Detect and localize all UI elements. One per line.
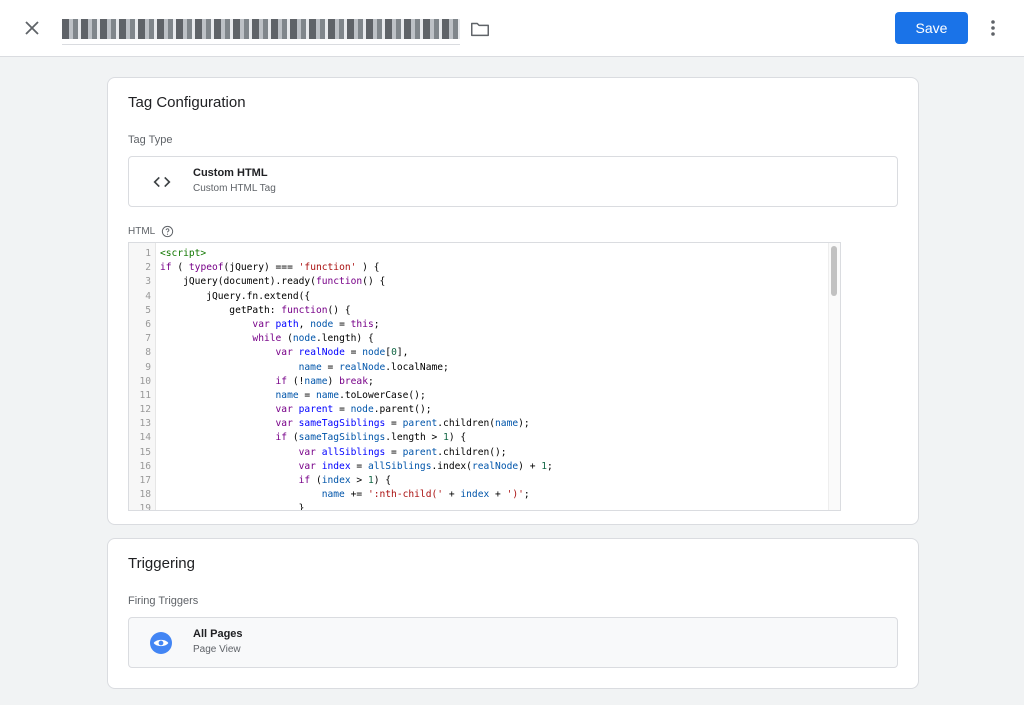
more-options-button[interactable] xyxy=(981,16,1005,40)
line-number: 8 xyxy=(145,347,151,359)
folder-icon xyxy=(471,22,489,37)
code-line: 12 var parent = node.parent(); xyxy=(129,403,829,417)
code-line: 10 if (!name) break; xyxy=(129,375,829,389)
top-bar: ████ ██████ ██████ ████ Save xyxy=(0,0,1024,57)
code-line: 11 name = name.toLowerCase(); xyxy=(129,389,829,403)
help-icon[interactable] xyxy=(161,225,174,238)
line-number: 17 xyxy=(139,475,151,486)
html-label: HTML xyxy=(128,226,156,237)
line-number: 1 xyxy=(145,248,151,259)
tag-type-selector[interactable]: Custom HTML Custom HTML Tag xyxy=(128,156,898,207)
line-number: 7 xyxy=(145,333,151,345)
code-line: 5 getPath: function() { xyxy=(129,304,829,318)
code-line: 16 var index = allSiblings.index(realNod… xyxy=(129,460,829,474)
code-text: var realNode = node[0], xyxy=(275,347,409,359)
code-text: <script> xyxy=(160,248,207,259)
code-text: getPath: function() { xyxy=(160,304,351,316)
trigger-item-all-pages[interactable]: All Pages Page View xyxy=(128,617,898,668)
line-number: 11 xyxy=(139,389,151,401)
html-code-editor[interactable]: 1 <script> 2 if ( typeof(jQuery) === 'funct… xyxy=(128,242,841,511)
editor-scroll-thumb[interactable] xyxy=(831,246,837,296)
code-text: name = name.toLowerCase(); xyxy=(275,389,426,401)
folder-button[interactable] xyxy=(469,18,491,40)
code-text: if (index > 1) { xyxy=(298,475,392,486)
code-line: 9 name = realNode.localName; xyxy=(129,361,829,375)
code-text: jQuery(document).ready(function() { xyxy=(160,276,386,288)
eye-icon xyxy=(153,639,169,647)
line-number: 14 xyxy=(139,432,151,444)
line-number: 13 xyxy=(139,418,151,430)
line-number: 18 xyxy=(139,489,151,501)
line-number: 12 xyxy=(139,404,151,416)
line-number: 3 xyxy=(145,276,151,288)
line-number: 15 xyxy=(139,446,151,458)
code-line: 3 jQuery(document).ready(function() { xyxy=(129,275,829,289)
close-icon xyxy=(25,21,39,35)
code-line: 15 var allSiblings = parent.children(); xyxy=(129,446,829,460)
code-text: var index = allSiblings.index(realNode) … xyxy=(298,460,553,472)
code-line: 1 <script> xyxy=(129,247,829,261)
trigger-name: All Pages xyxy=(193,628,243,640)
code-line: 19 } xyxy=(129,502,829,511)
code-line: 18 name += ':nth-child(' + index + ')'; xyxy=(129,488,829,502)
code-text: var parent = node.parent(); xyxy=(275,404,432,416)
tag-type-name: Custom HTML xyxy=(193,167,268,179)
code-text: jQuery.fn.extend({ xyxy=(160,290,311,302)
editor-scrollbar[interactable] xyxy=(828,243,840,510)
code-line: 7 while (node.length) { xyxy=(129,332,829,346)
line-number: 2 xyxy=(145,262,151,274)
code-text: var sameTagSiblings = parent.children(na… xyxy=(275,418,530,430)
code-line: 2 if ( typeof(jQuery) === 'function' ) { xyxy=(129,261,829,275)
code-text: if (sameTagSiblings.length > 1) { xyxy=(275,432,467,444)
code-text: var allSiblings = parent.children(); xyxy=(298,446,507,458)
tag-type-subtitle: Custom HTML Tag xyxy=(193,183,276,194)
line-number: 10 xyxy=(139,375,151,387)
code-line: 13 var sameTagSiblings = parent.children… xyxy=(129,417,829,431)
tag-type-label: Tag Type xyxy=(128,134,173,146)
line-number: 5 xyxy=(145,304,151,316)
code-line: 14 if (sameTagSiblings.length > 1) { xyxy=(129,431,829,445)
triggering-title: Triggering xyxy=(128,555,195,572)
code-text: if ( typeof(jQuery) === 'function' ) { xyxy=(160,262,380,274)
code-line: 17 if (index > 1) { xyxy=(129,474,829,488)
code-line: 6 var path, node = this; xyxy=(129,318,829,332)
line-number: 9 xyxy=(145,361,151,373)
code-text: if (!name) break; xyxy=(275,375,374,387)
code-text: name += ':nth-child(' + index + ')'; xyxy=(321,489,530,501)
triggering-card: Triggering Firing Triggers All Pages Pag… xyxy=(107,538,919,689)
trigger-icon xyxy=(150,632,172,654)
save-button[interactable]: Save xyxy=(895,12,968,44)
firing-triggers-label: Firing Triggers xyxy=(128,595,199,607)
tag-name-field[interactable]: ████ ██████ ██████ ████ xyxy=(62,17,460,45)
line-number: 19 xyxy=(139,503,151,511)
html-label-row: HTML xyxy=(128,225,174,238)
code-text: name = realNode.localName; xyxy=(298,361,449,373)
line-number: 16 xyxy=(139,460,151,472)
more-vert-icon xyxy=(991,20,995,36)
code-text: var path, node = this; xyxy=(252,318,380,330)
code-line: 8 var realNode = node[0], xyxy=(129,346,829,360)
close-button[interactable] xyxy=(20,16,44,40)
line-number: 4 xyxy=(145,290,151,302)
code-text: while (node.length) { xyxy=(252,333,374,345)
code-content: 1 <script> 2 if ( typeof(jQuery) === 'funct… xyxy=(129,247,829,511)
tag-configuration-card: Tag Configuration Tag Type Custom HTML C… xyxy=(107,77,919,525)
line-number: 6 xyxy=(145,318,151,330)
code-icon xyxy=(153,176,171,188)
code-text: } xyxy=(160,503,305,511)
code-line: 4 jQuery.fn.extend({ xyxy=(129,290,829,304)
tag-name-text: ████ ██████ ██████ ████ xyxy=(62,19,460,39)
trigger-type: Page View xyxy=(193,644,241,655)
tag-configuration-title: Tag Configuration xyxy=(128,94,246,111)
